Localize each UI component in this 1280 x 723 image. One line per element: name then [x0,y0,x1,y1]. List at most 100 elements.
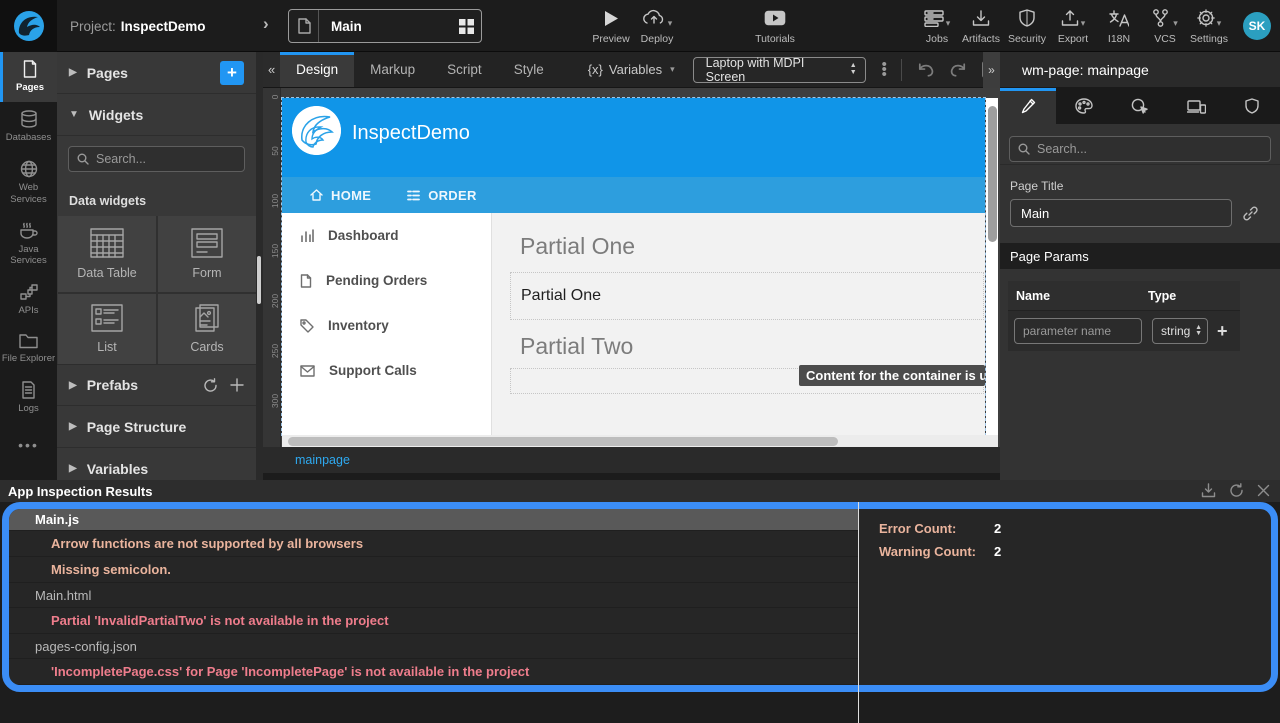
list-menu-icon [407,190,420,201]
page-selector[interactable]: Main [288,9,482,43]
user-avatar[interactable]: SK [1243,12,1271,40]
app-inspection-panel: App Inspection Results Main.js Arrow fun… [0,480,1280,723]
menu-item-inventory[interactable]: Inventory [282,303,491,348]
tab-design[interactable]: Design [280,52,354,87]
inspection-error-row[interactable]: 'IncompletePage.css' for Page 'Incomplet… [9,659,858,685]
inspection-warning-row[interactable]: Missing semicolon. [9,557,858,583]
canvas-menu-button[interactable]: ••• [882,62,887,78]
device-selector-stepper-icon: ▲▼ [850,63,857,76]
inspection-error-row[interactable]: Partial 'InvalidPartialTwo' is not avail… [9,608,858,634]
redo-icon[interactable] [949,61,968,79]
page-title-label: Page Title [1000,165,1280,199]
warning-count-value: 2 [994,544,1001,559]
app-preview[interactable]: InspectDemo HOME ORDER Dashboard Pending… [282,98,985,435]
inspection-file-row[interactable]: Main.html [9,583,858,608]
param-type-select[interactable]: string ▲▼ [1152,318,1208,344]
page-icon [289,10,319,42]
apis-icon [20,283,38,301]
sidebar-item-pages[interactable]: Pages [0,52,57,102]
tab-styles[interactable] [1056,88,1112,124]
widget-tile-form[interactable]: Form [158,216,256,292]
preview-vertical-scrollbar-thumb[interactable] [988,106,997,242]
preview-vertical-scrollbar[interactable] [986,98,998,435]
deploy-button[interactable]: ▾ Deploy [628,7,686,45]
sidebar-item-file-explorer[interactable]: File Explorer [0,325,57,373]
nav-item-order[interactable]: ORDER [407,188,476,203]
pages-expand-arrow-icon: ▶ [69,67,77,78]
tab-events[interactable] [1112,88,1168,124]
add-param-button[interactable]: + [1217,321,1228,342]
page-grid-icon[interactable] [451,19,481,34]
page-structure-section-header[interactable]: ▶ Page Structure [57,406,256,448]
tab-devices[interactable] [1168,88,1224,124]
sidebar-item-apis[interactable]: APIs [0,275,57,325]
tab-security[interactable] [1224,88,1280,124]
databases-icon [20,110,38,128]
tab-properties[interactable] [1000,88,1056,124]
bind-link-icon[interactable] [1242,205,1259,222]
tab-markup[interactable]: Markup [354,52,431,87]
widgets-section-header[interactable]: ▼ Widgets [57,94,256,136]
variables-expand-arrow-icon: ▶ [69,463,77,474]
canvas-breadcrumb-strip: mainpage [263,447,1000,473]
app-title: InspectDemo [352,122,470,145]
app-header[interactable]: InspectDemo [282,98,985,177]
tab-script[interactable]: Script [431,52,498,87]
menu-item-pending-orders[interactable]: Pending Orders [282,258,491,303]
page-title-input[interactable] [1010,199,1232,227]
tutorials-video-icon [764,7,786,29]
breadcrumb-mainpage[interactable]: mainpage [295,453,350,467]
undo-icon[interactable] [916,61,935,79]
tutorials-button[interactable]: Tutorials [746,7,804,45]
prefabs-section-header[interactable]: ▶ Prefabs [57,364,256,406]
project-label: Project: [70,19,116,34]
widget-tile-cards[interactable]: Cards [158,294,256,364]
pages-section-header[interactable]: ▶ Pages + [57,52,256,94]
menu-item-dashboard[interactable]: Dashboard [282,213,491,258]
sidebar-item-java-services[interactable]: Java Services [0,214,57,276]
widget-tile-list[interactable]: List [58,294,156,364]
widgets-search-input[interactable] [96,152,226,166]
inspection-file-row[interactable]: Main.js [9,509,858,531]
pages-icon [22,60,38,78]
sidebar-item-web-services[interactable]: Web Services [0,152,57,214]
widgets-expand-arrow-icon: ▼ [69,109,79,120]
tab-style[interactable]: Style [498,52,560,87]
close-panel-icon[interactable] [1257,484,1270,497]
sidebar-item-databases[interactable]: Databases [0,102,57,152]
properties-tabs [1000,88,1280,124]
download-results-icon[interactable] [1201,483,1216,498]
inspection-split-divider[interactable] [858,502,859,723]
refresh-prefabs-icon[interactable] [203,378,218,393]
inspection-warning-row[interactable]: Arrow functions are not supported by all… [9,531,858,557]
widget-tile-data-table[interactable]: Data Table [58,216,156,292]
params-name-header: Name [1008,289,1148,303]
partial-one-container[interactable]: Partial One [510,272,984,320]
add-prefab-icon[interactable] [230,378,244,392]
canvas-horizontal-scrollbar-thumb[interactable] [288,437,838,446]
data-table-icon [90,228,124,258]
collapse-panel-button[interactable]: « [263,52,280,87]
canvas-horizontal-scrollbar[interactable] [282,435,998,447]
add-page-button[interactable]: + [220,61,244,85]
param-name-input[interactable] [1014,318,1142,344]
device-selector[interactable]: Laptop with MDPI Screen ▲▼ [693,57,866,83]
nav-item-home[interactable]: HOME [310,188,371,203]
search-icon [1018,143,1030,155]
sidebar-more-button[interactable]: ••• [0,437,57,453]
inspection-file-row[interactable]: pages-config.json [9,634,858,659]
widgets-search[interactable] [68,146,245,172]
properties-search-input[interactable] [1037,142,1247,156]
export-upload-icon: ▾ [1061,7,1086,29]
settings-button[interactable]: ▾ Settings [1180,7,1238,45]
properties-search[interactable] [1009,136,1271,162]
menu-item-support-calls[interactable]: Support Calls [282,348,491,393]
expand-panel-button[interactable]: » [983,52,1000,88]
left-panel-scrollbar[interactable] [256,52,263,480]
variables-caret-icon: ▾ [670,64,675,75]
sidebar-item-logs[interactable]: Logs [0,373,57,423]
variables-dropdown[interactable]: {x} Variables ▾ [588,52,675,87]
wavemaker-logo[interactable] [0,0,57,52]
left-panel-scrollbar-thumb[interactable] [257,256,261,304]
refresh-results-icon[interactable] [1229,483,1244,498]
